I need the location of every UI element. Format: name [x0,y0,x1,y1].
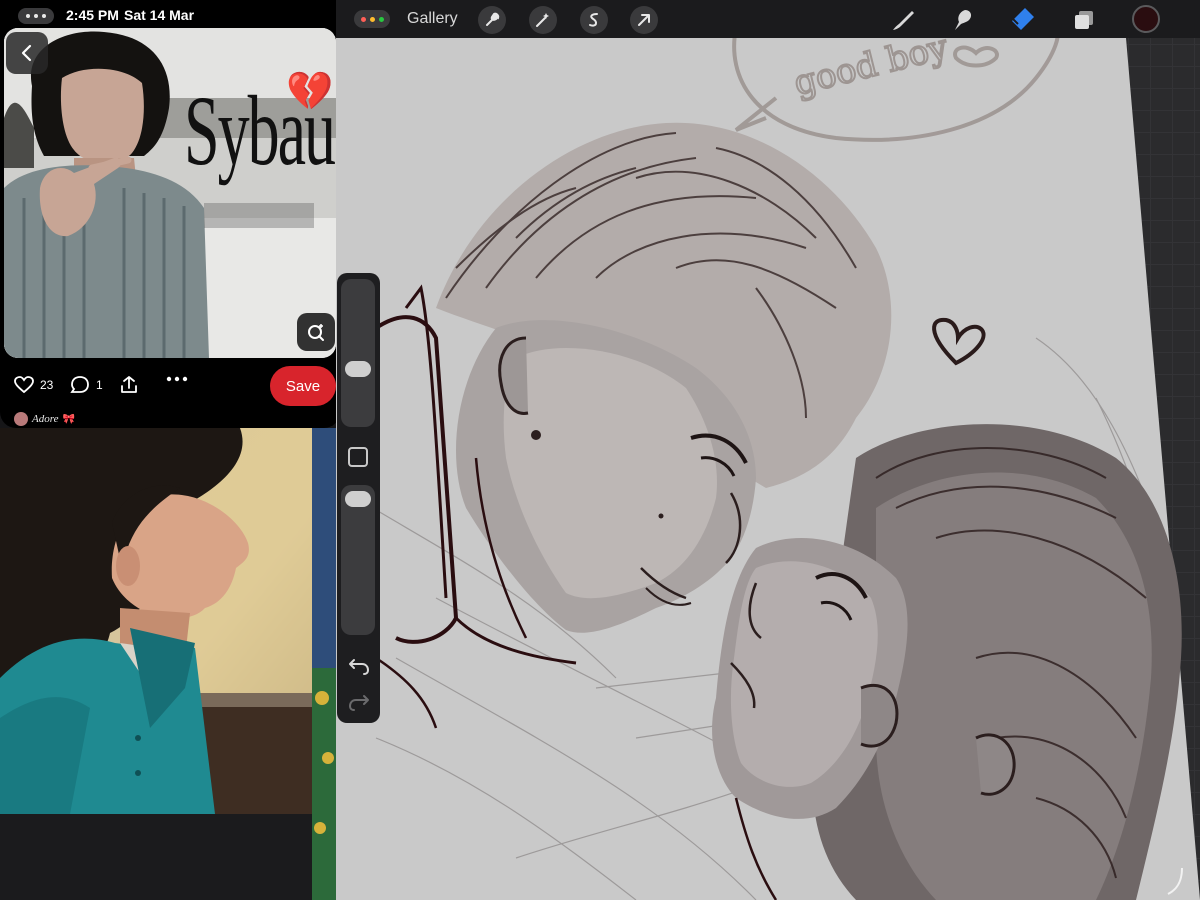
eraser-icon [1011,8,1034,30]
comment-button[interactable]: 1 [70,376,103,394]
wrench-icon [486,12,500,26]
status-date: Sat 14 Mar [124,7,195,23]
drawing-canvas[interactable]: good boy [336,26,1200,900]
multitasking-dots-icon[interactable] [18,8,54,24]
pin-action-bar: 23 1 Save [0,364,340,408]
brush-icon [893,11,914,30]
comment-count: 1 [96,378,103,392]
save-button[interactable]: Save [270,366,336,406]
selection-icon [589,13,598,27]
more-options-button[interactable] [166,376,188,382]
procreate-app: good boy Gallery [336,0,1200,900]
opacity-slider[interactable] [341,485,375,635]
actions-button[interactable] [478,6,506,34]
reference-photo [0,428,312,814]
status-time: 2:45 PM [66,7,119,23]
eraser-tool-button[interactable] [1008,6,1038,34]
like-count: 23 [40,378,54,392]
undo-arrow-icon [349,659,369,675]
comment-bubble-icon [70,376,89,393]
redo-button[interactable] [346,691,372,713]
board-emoji: 🎀 [62,413,75,425]
layers-button[interactable] [1069,6,1099,34]
brush-size-slider[interactable] [341,279,375,427]
selection-button[interactable] [580,6,608,34]
brush-tool-button[interactable] [888,6,918,34]
ellipsis-icon [166,376,188,382]
brush-size-knob[interactable] [345,361,371,377]
visual-search-button[interactable] [297,313,335,351]
adjustments-button[interactable] [529,6,557,34]
transform-arrow-icon [638,14,650,26]
modify-button[interactable] [348,447,368,467]
procreate-toolbar: Gallery [336,0,1200,38]
color-picker-button[interactable] [1132,5,1160,33]
smudge-tool-button[interactable] [948,6,978,34]
share-icon [121,376,137,393]
magic-wand-icon [536,13,549,27]
smudge-icon [955,10,972,30]
multitasking-dots-icon[interactable] [354,10,390,28]
opacity-knob[interactable] [345,491,371,507]
layers-icon [1075,11,1093,29]
status-bar: 2:45 PM Sat 14 Mar [0,0,340,30]
like-button[interactable]: 23 [14,376,53,394]
procreate-sidebar [337,273,380,723]
left-pane-footer [0,814,312,900]
background-wallpaper-strip [312,428,338,900]
broken-heart-emoji: 💔 [286,71,334,113]
pin-image[interactable]: Sybau 💔 [4,28,336,358]
left-split-pane: 2:45 PM Sat 14 Mar Sybau 💔 23 1 Save Ado… [0,0,340,900]
transform-button[interactable] [630,6,658,34]
pinterest-pin-card: 2:45 PM Sat 14 Mar Sybau 💔 23 1 Save Ado… [0,0,340,428]
lens-search-icon [308,324,324,341]
back-button[interactable] [6,32,48,74]
share-button[interactable] [120,376,138,394]
gallery-button[interactable]: Gallery [407,10,458,28]
board-name: Adore [32,413,59,425]
undo-button[interactable] [346,655,372,677]
redo-arrow-icon [349,695,369,711]
heart-icon [14,376,34,394]
board-attribution[interactable]: Adore 🎀 [14,412,75,426]
avatar [14,412,28,426]
chevron-left-icon [21,44,32,62]
